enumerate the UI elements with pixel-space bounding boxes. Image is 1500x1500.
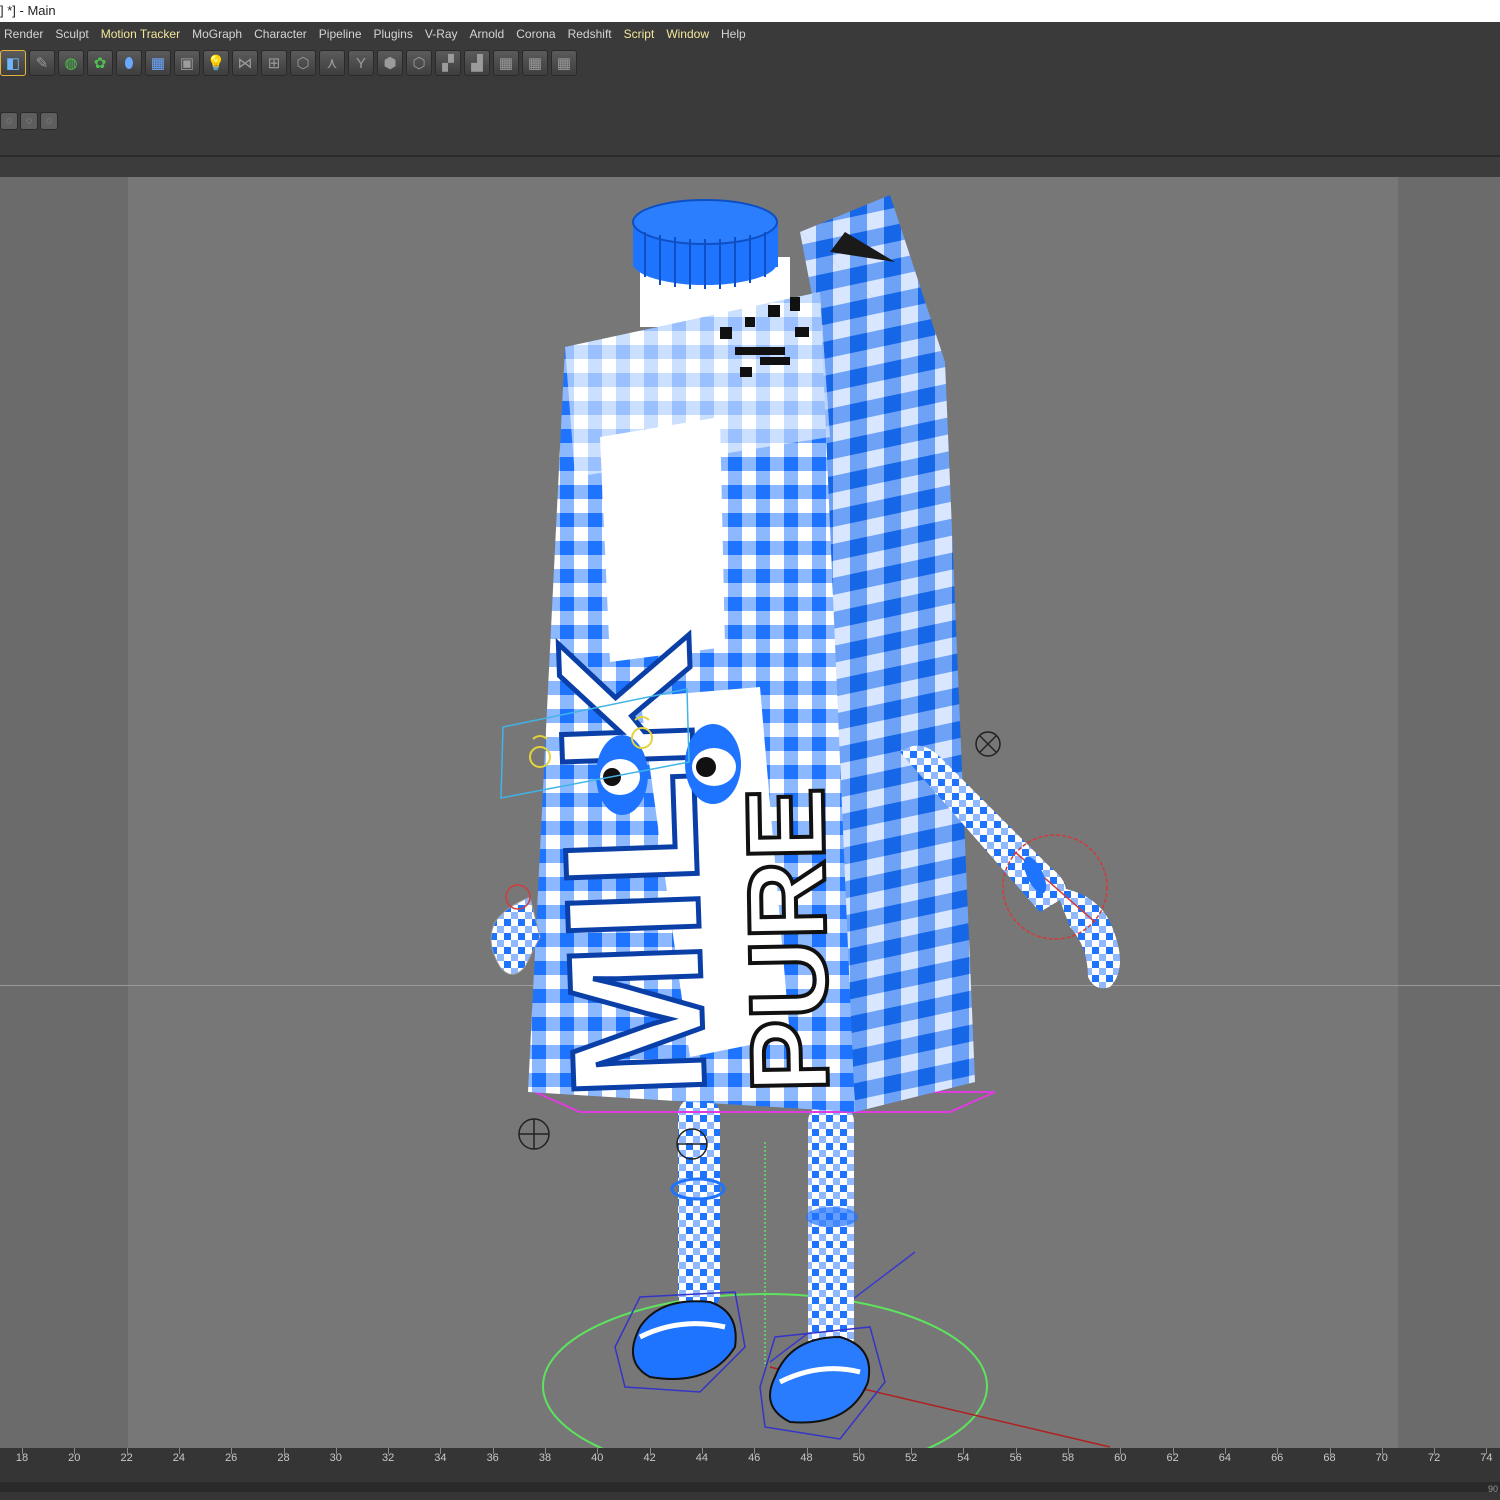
- grid-icon[interactable]: ▦: [493, 50, 519, 76]
- bone-icon[interactable]: ⋏: [319, 50, 345, 76]
- timeline-tick-label: 22: [120, 1452, 133, 1464]
- timeline-tick-label: 60: [1114, 1452, 1127, 1464]
- menu-v-ray[interactable]: V-Ray: [423, 27, 466, 41]
- timeline-tick-label: 62: [1166, 1452, 1179, 1464]
- menu-pipeline[interactable]: Pipeline: [317, 27, 370, 41]
- carton-milk-text: MILK: [518, 632, 746, 1103]
- menu-arnold[interactable]: Arnold: [468, 27, 513, 41]
- timeline-tick-label: 56: [1009, 1452, 1022, 1464]
- timeline-tick-label: 20: [68, 1452, 81, 1464]
- rig-icon[interactable]: ▟: [464, 50, 490, 76]
- cloner-icon[interactable]: ✿: [87, 50, 113, 76]
- null-icon[interactable]: ⬡: [290, 50, 316, 76]
- snap-icon[interactable]: ◌: [0, 112, 18, 130]
- toolbar-row: ◧ ✎ ◍ ✿ ⬮ ▦ ▣ 💡 ⋈ ⊞ ⬡ ⋏ Y ⬢ ⬡ ▞ ▟ ▦ ▦ ▦: [0, 50, 580, 80]
- timeline-tick-label: 42: [643, 1452, 656, 1464]
- deformer-icon[interactable]: ⬮: [116, 50, 142, 76]
- timeline-tick-label: 34: [434, 1452, 447, 1464]
- menu-sculpt[interactable]: Sculpt: [53, 27, 96, 41]
- carton-pure-text: PURE: [724, 786, 852, 1094]
- scene-view: MILK PURE: [490, 195, 1120, 1448]
- menu-mograph[interactable]: MoGraph: [190, 27, 250, 41]
- timeline-tick-label: 58: [1061, 1452, 1075, 1464]
- left-shoe[interactable]: [632, 1300, 737, 1380]
- floor-icon[interactable]: ▦: [145, 50, 171, 76]
- menu-bar: Render Sculpt Motion Tracker MoGraph Charact…: [0, 22, 1500, 46]
- cluster-icon[interactable]: ⬡: [406, 50, 432, 76]
- camera-icon[interactable]: ▣: [174, 50, 200, 76]
- timeline-tick-label: 72: [1427, 1452, 1441, 1464]
- timeline[interactable]: 18 20 22 24 26 28 30 32 34 36 38 40 42 44 46 48 50 52 54 56…: [0, 1448, 1500, 1500]
- right-leg[interactable]: [808, 1102, 854, 1357]
- array-icon[interactable]: ▦: [522, 50, 548, 76]
- menu-window[interactable]: Window: [664, 27, 717, 41]
- timeline-end-label: 90: [1487, 1484, 1498, 1494]
- timeline-tick-label: 64: [1218, 1452, 1232, 1464]
- light-icon[interactable]: 💡: [203, 50, 229, 76]
- timeline-tick-label: 70: [1375, 1452, 1388, 1464]
- timeline-tick-label: 52: [904, 1452, 918, 1464]
- left-leg[interactable]: [678, 1097, 720, 1312]
- timeline-tick-label: 24: [172, 1452, 186, 1464]
- timeline-tick-label: 68: [1323, 1452, 1336, 1464]
- menu-motion-tracker[interactable]: Motion Tracker: [99, 27, 188, 41]
- menu-render[interactable]: Render: [2, 27, 51, 41]
- timeline-tick-label: 48: [800, 1452, 813, 1464]
- timeline-tick-label: 44: [695, 1452, 709, 1464]
- matrix-icon[interactable]: ▦: [551, 50, 577, 76]
- menu-character[interactable]: Character: [252, 27, 315, 41]
- menu-help[interactable]: Help: [719, 27, 754, 41]
- timeline-tick-label: 26: [225, 1452, 238, 1464]
- timeline-scrollbar[interactable]: [0, 1482, 1500, 1492]
- viewport-header: [0, 157, 1500, 177]
- viewport[interactable]: MILK PURE: [0, 177, 1500, 1448]
- null-target-icon[interactable]: [975, 731, 1001, 757]
- weight-icon[interactable]: ▞: [435, 50, 461, 76]
- timeline-tick-label: 66: [1271, 1452, 1284, 1464]
- timeline-tick-label: 40: [591, 1452, 604, 1464]
- timeline-tick-label: 46: [748, 1452, 761, 1464]
- timeline-tick-label: 32: [381, 1452, 395, 1464]
- menu-corona[interactable]: Corona: [514, 27, 563, 41]
- subdivision-icon[interactable]: ◍: [58, 50, 84, 76]
- cube-icon[interactable]: ◧: [0, 50, 26, 76]
- joint-icon[interactable]: ⋈: [232, 50, 258, 76]
- pen-icon[interactable]: ✎: [29, 50, 55, 76]
- window-title: ] *] - Main: [0, 0, 1500, 22]
- lock-icon[interactable]: ◌: [20, 112, 38, 130]
- timeline-tick-label: 74: [1480, 1452, 1493, 1464]
- timeline-tick-label: 36: [486, 1452, 499, 1464]
- toolbar-secondary-row: ◌ ◌ ◌: [0, 112, 60, 132]
- timeline-tick-label: 30: [329, 1452, 342, 1464]
- timeline-tick-label: 28: [277, 1452, 290, 1464]
- timeline-ruler[interactable]: 18 20 22 24 26 28 30 32 34 36 38 40 42 44 46 48 50 52 54 56…: [0, 1448, 1500, 1470]
- skin-icon[interactable]: ⬢: [377, 50, 403, 76]
- timeline-tick-label: 38: [538, 1452, 552, 1464]
- menu-plugins[interactable]: Plugins: [372, 27, 421, 41]
- menu-script[interactable]: Script: [622, 27, 663, 41]
- timeline-tick-label: 54: [957, 1452, 970, 1464]
- magnet-icon[interactable]: ◌: [40, 112, 58, 130]
- timeline-tick-label: 50: [852, 1452, 865, 1464]
- menu-redshift[interactable]: Redshift: [566, 27, 620, 41]
- toolbar: ◧ ✎ ◍ ✿ ⬮ ▦ ▣ 💡 ⋈ ⊞ ⬡ ⋏ Y ⬢ ⬡ ▞ ▟ ▦ ▦ ▦ ◌ ◌ ◌: [0, 46, 1500, 156]
- ik-icon[interactable]: ⊞: [261, 50, 287, 76]
- pose-icon[interactable]: Y: [348, 50, 374, 76]
- timeline-tick-label: 18: [15, 1452, 29, 1464]
